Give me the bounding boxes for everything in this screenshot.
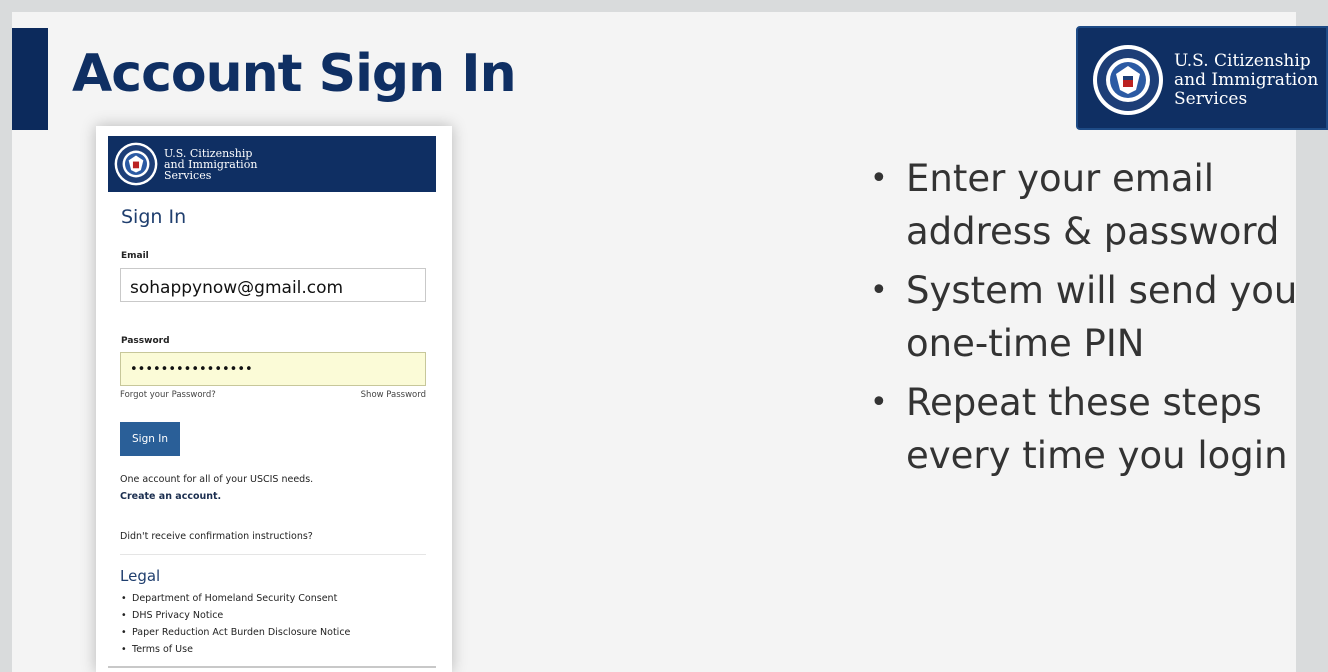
- legal-list: Department of Homeland Security Consent …: [120, 590, 350, 658]
- card-header: U.S. Citizenship and Immigration Service…: [108, 136, 436, 192]
- slide-title: Account Sign In: [72, 44, 517, 104]
- legal-heading: Legal: [120, 567, 161, 585]
- one-account-text: One account for all of your USCIS needs.: [120, 474, 314, 485]
- bullet-item: Repeat these steps every time you login: [870, 376, 1310, 482]
- show-password-link[interactable]: Show Password: [361, 390, 426, 400]
- password-label: Password: [121, 336, 170, 346]
- sign-in-heading: Sign In: [121, 206, 187, 228]
- title-accent-bar: [12, 28, 48, 130]
- brand-line-2: and Immigration: [1174, 70, 1319, 90]
- brand-name: U.S. Citizenship and Immigration Service…: [1174, 52, 1318, 109]
- bullet-item: Enter your email address & password: [870, 152, 1310, 258]
- legal-link[interactable]: Terms of Use: [120, 641, 350, 658]
- card-brand-name: U.S. Citizenship and Immigration Service…: [164, 148, 257, 181]
- dhs-seal-icon: [1093, 45, 1163, 115]
- password-field[interactable]: ••••••••••••••••: [120, 352, 426, 386]
- legal-link[interactable]: Paper Reduction Act Burden Disclosure No…: [120, 624, 350, 641]
- divider: [120, 554, 426, 555]
- dhs-seal-icon: [114, 142, 158, 186]
- sign-in-card: U.S. Citizenship and Immigration Service…: [96, 126, 452, 672]
- email-label: Email: [121, 251, 149, 261]
- card-bottom-border: [108, 666, 436, 668]
- sign-in-button[interactable]: Sign In: [120, 422, 180, 456]
- brand-line-1: U.S. Citizenship: [1174, 51, 1311, 71]
- create-account-link[interactable]: Create an account.: [120, 491, 221, 502]
- forgot-password-link[interactable]: Forgot your Password?: [120, 390, 216, 400]
- uscis-brand-box: U.S. Citizenship and Immigration Service…: [1076, 26, 1328, 130]
- legal-link[interactable]: Department of Homeland Security Consent: [120, 590, 350, 607]
- email-field[interactable]: sohappynow@gmail.com: [120, 268, 426, 302]
- bullet-item: System will send you one-time PIN: [870, 264, 1310, 370]
- confirmation-instructions-link[interactable]: Didn't receive confirmation instructions…: [120, 531, 313, 542]
- bullet-list: Enter your email address & password Syst…: [870, 152, 1310, 488]
- brand-line-3: Services: [1174, 89, 1248, 109]
- card-brand-line-3: Services: [164, 169, 212, 182]
- legal-link[interactable]: DHS Privacy Notice: [120, 607, 350, 624]
